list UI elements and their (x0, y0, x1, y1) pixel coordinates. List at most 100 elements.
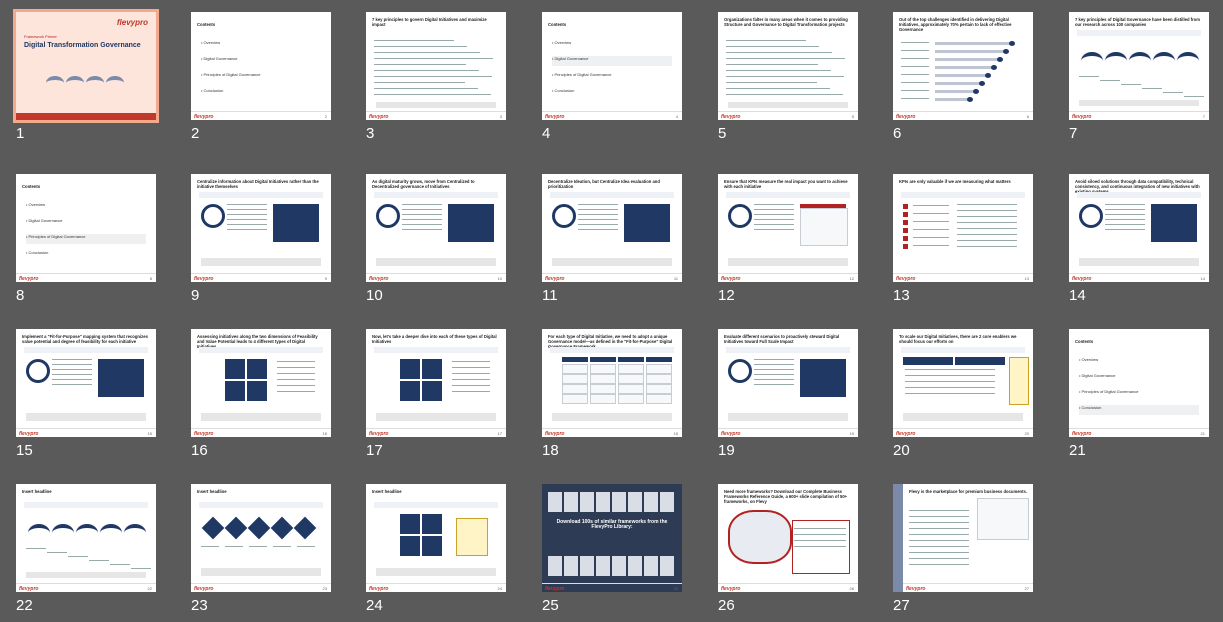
slide-thumbnail[interactable]: As digital maturity grows, move from Cen… (366, 174, 506, 282)
text-line (909, 516, 969, 518)
slide-thumbnail[interactable]: Out of the top challenges identified in … (893, 12, 1033, 120)
slide-number: 20 (893, 442, 910, 459)
text-line (1105, 204, 1145, 206)
text-line (402, 204, 442, 206)
slide-thumbnail[interactable]: Centralize information about Digital Ini… (191, 174, 331, 282)
slide-thumbnail[interactable]: Implement a "Fit-for-Purpose" mapping sy… (16, 329, 156, 437)
slide-thumbnail[interactable]: Decentralize Ideation, but Centralize Id… (542, 174, 682, 282)
slide-thumbnail[interactable]: Insert headline flevypro 24 (366, 484, 506, 592)
slide-number: 22 (16, 597, 33, 614)
text-line (374, 58, 493, 60)
table-cell (646, 374, 672, 384)
slide-thumbnail[interactable]: Contents • Overview • Digital Governance • … (16, 174, 156, 282)
slide-thumbnail[interactable]: Insert headline flevypro 22 (16, 484, 156, 592)
bar (935, 82, 980, 85)
footer-logo: flevypro (1072, 431, 1092, 437)
quadrant (422, 514, 442, 534)
slide-thumbnail[interactable]: To scale our Digital Initiatives, there … (893, 329, 1033, 437)
slide-thumbnail[interactable]: 7 key principles of Digital Governance h… (1069, 12, 1209, 120)
text-line (957, 216, 1017, 218)
slide-title: Need more frameworks? Download our Compl… (724, 489, 848, 504)
footer-logo: flevypro (545, 586, 565, 592)
footer-page-number: 8 (149, 276, 152, 281)
slide-title: Contents (548, 22, 567, 27)
text-line (52, 384, 92, 386)
text-line (374, 46, 467, 48)
cover-subtitle: Framework Primer (24, 34, 57, 39)
footer-note (552, 413, 672, 421)
bar (935, 50, 1004, 53)
slide-thumbnail[interactable]: Contents • Overview • Digital Governance • … (191, 12, 331, 120)
text-line (277, 367, 315, 369)
text-line (277, 385, 315, 387)
slide-number: 21 (1069, 442, 1086, 459)
slide-thumbnail[interactable]: Download 100s of similar frameworks from… (542, 484, 682, 592)
slide-number: 23 (191, 597, 208, 614)
slide-number: 14 (1069, 287, 1086, 304)
slide-thumbnail[interactable]: Flevy is the marketplace for premium bus… (893, 484, 1033, 592)
slide-thumbnail[interactable]: Evaluate different scenarios to proactiv… (718, 329, 858, 437)
library-thumb (596, 556, 610, 576)
slide-cell: Contents • Overview • Digital Governance • … (175, 0, 331, 150)
text-line (754, 229, 794, 231)
table-cell (646, 364, 672, 374)
slide-footer: flevypro 19 (718, 428, 858, 437)
footer-page-number: 18 (673, 431, 678, 436)
slide-thumbnail[interactable]: For each type of Digital Initiative, we … (542, 329, 682, 437)
slide-thumbnail[interactable]: Ensure that KPIs measure the real impact… (718, 174, 858, 282)
text-line (402, 214, 442, 216)
slide-thumbnail[interactable]: 7 key principles to govern Digital Initi… (366, 12, 506, 120)
text-line (249, 546, 267, 548)
text-line (227, 204, 267, 206)
text-line (1184, 96, 1204, 98)
slide-thumbnail[interactable]: Insert headline flevypro 23 (191, 484, 331, 592)
slide-thumbnail[interactable]: Contents • Overview • Digital Governance • … (542, 12, 682, 120)
slide-thumbnail[interactable]: Now, let's take a deeper dive into each … (366, 329, 506, 437)
slide-thumbnail[interactable]: KPIs are only valuable if we are measuri… (893, 174, 1033, 282)
table-cell (590, 384, 616, 394)
footer-logo: flevypro (1072, 114, 1092, 120)
quadrant (400, 536, 420, 556)
text-line (402, 219, 442, 221)
footer-page-number: 24 (497, 586, 502, 591)
slide-thumbnail[interactable]: Need more frameworks? Download our Compl… (718, 484, 858, 592)
text-line (277, 361, 315, 363)
slide-thumbnail[interactable]: Assessing initiatives along the two dime… (191, 329, 331, 437)
slide-cell: Decentralize Ideation, but Centralize Id… (526, 162, 682, 312)
quadrant (422, 359, 442, 379)
header-banner (726, 192, 850, 198)
slide-cell: Insert headline flevypro 23 23 (175, 472, 331, 622)
text-line (957, 222, 1017, 224)
header-banner (374, 347, 498, 353)
slide-number: 9 (191, 287, 200, 304)
kpi-marker (903, 236, 908, 241)
principle-circle (26, 359, 50, 383)
slide-footer: flevypro 15 (16, 428, 156, 437)
bar (935, 66, 992, 69)
slide-number: 7 (1069, 125, 1078, 142)
slide-number: 2 (191, 125, 200, 142)
text-line (754, 374, 794, 376)
slide-thumbnail[interactable]: Contents • Overview • Digital Governance • … (1069, 329, 1209, 437)
text-line (402, 224, 442, 226)
slide-thumbnail[interactable]: Avoid siloed solutions through data comp… (1069, 174, 1209, 282)
slide-number: 27 (893, 597, 910, 614)
book-cover (728, 510, 792, 564)
text-line (68, 556, 88, 558)
footer-note (728, 413, 848, 421)
toc-item: • Principles of Digital Governance (201, 72, 261, 77)
text-line (227, 224, 267, 226)
text-line (726, 70, 831, 72)
row-label (901, 50, 929, 52)
diamond-shape (293, 516, 317, 540)
text-line (957, 204, 1017, 206)
slide-thumbnail[interactable]: Digital Transformation Governance Framewo… (13, 9, 159, 123)
footer-page-number: 15 (147, 431, 152, 436)
slide-cell: As digital maturity grows, move from Cen… (350, 162, 506, 312)
navy-panel (98, 359, 144, 397)
footer-logo: flevypro (545, 431, 565, 437)
quadrant (400, 381, 420, 401)
slide-thumbnail[interactable]: Organizations falter in many areas when … (718, 12, 858, 120)
side-panel (800, 208, 848, 246)
slide-title: Centralize information about Digital Ini… (197, 179, 319, 189)
